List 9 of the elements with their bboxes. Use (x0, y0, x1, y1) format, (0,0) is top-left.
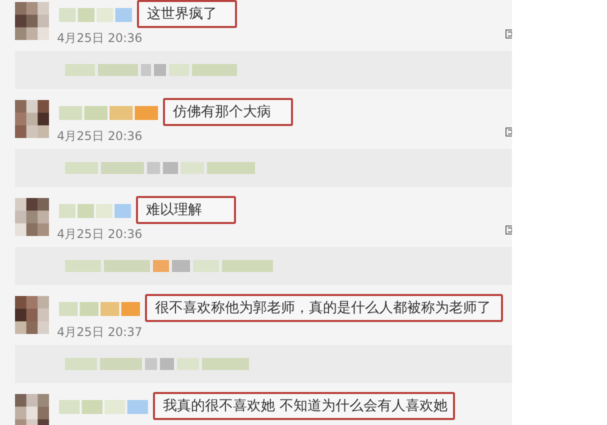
comment-text: 我真的很不喜欢她 不知道为什么会有人喜欢她 (153, 392, 455, 420)
comment-time: 4月25日 20:36 (57, 128, 142, 144)
comment-text: 这世界疯了 (137, 0, 237, 28)
comment-time: 4月25日 20:37 (57, 324, 142, 340)
comment-text: 难以理解 (136, 196, 236, 224)
comment-time: 4月25日 20:36 (57, 226, 142, 242)
comment-text: 很不喜欢称他为郭老师，真的是什么人都被称为老师了 (145, 294, 503, 322)
comment-time: 4月25日 20:36 (57, 30, 142, 46)
comment-text: 仿佛有那个大病 (163, 98, 293, 126)
